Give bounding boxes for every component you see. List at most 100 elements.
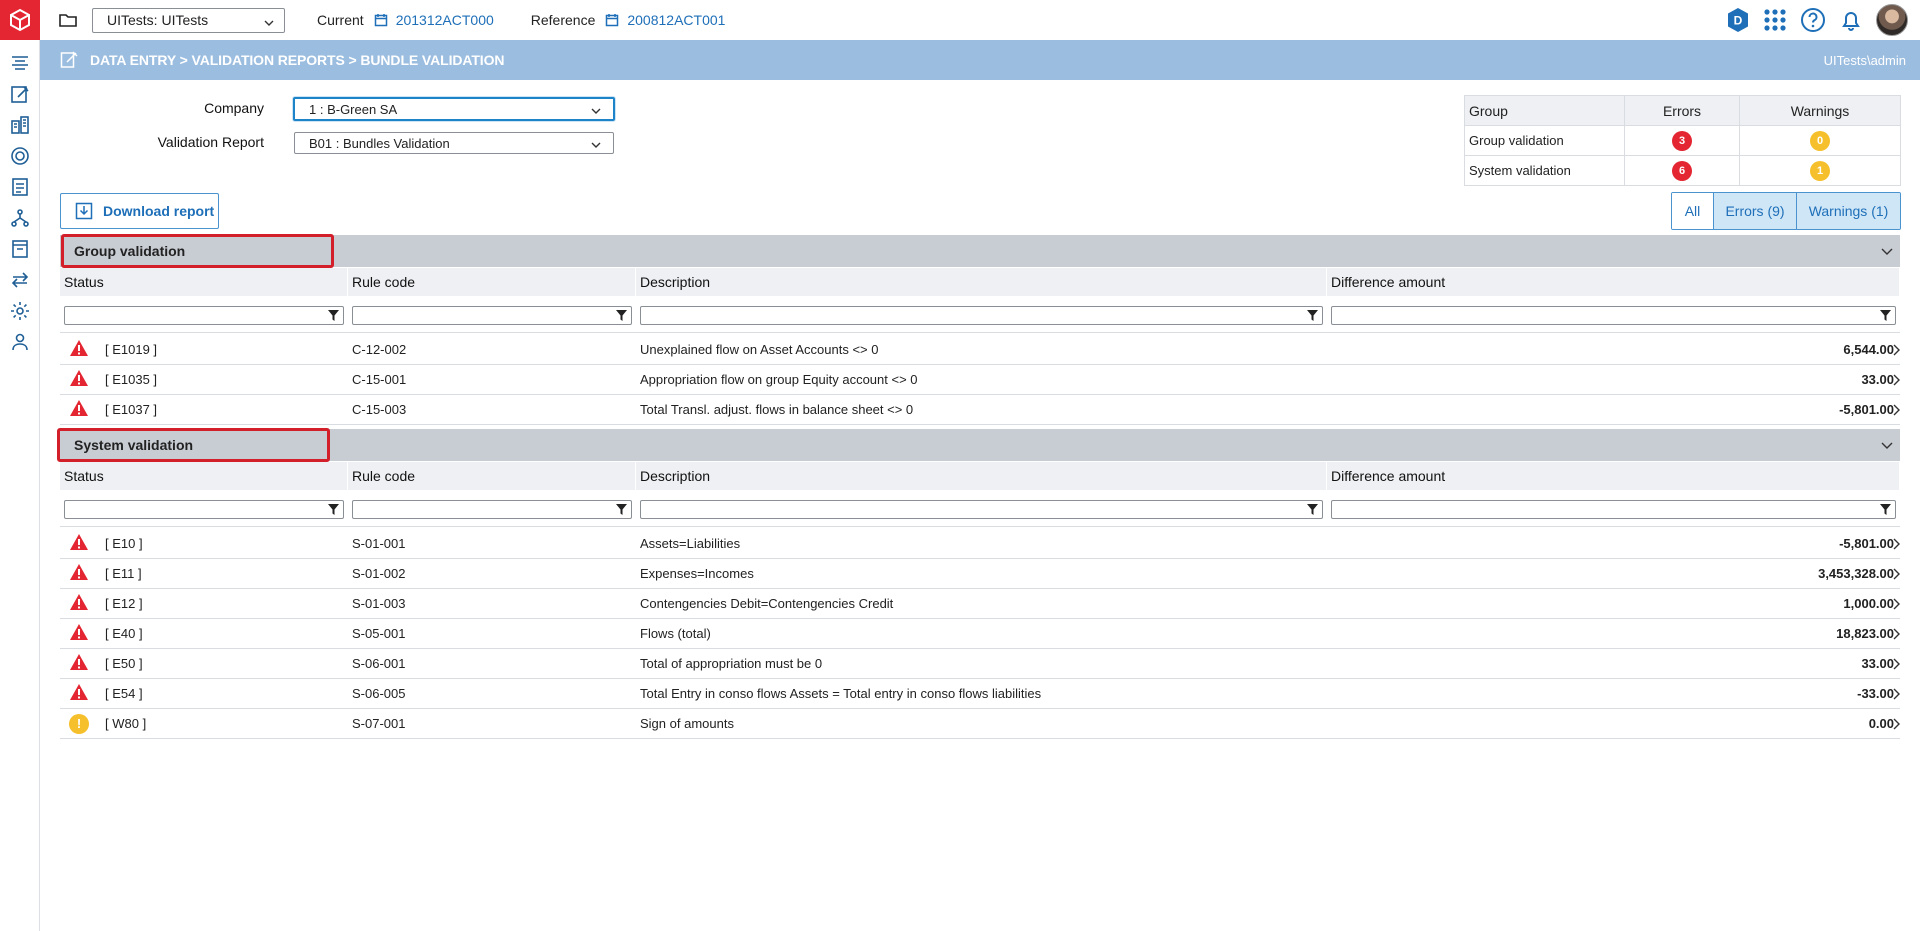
status-code: [ E1037 ] [105,402,158,417]
column-header-description[interactable]: Description [636,462,1327,490]
table-row[interactable]: [ E11 ] S-01-002 Expenses=Incomes 3,453,328… [60,559,1900,589]
validation-summary-table: Group Errors Warnings Group validation 3… [1464,95,1901,186]
rail-transfer-icon[interactable] [9,269,31,291]
table-row[interactable]: [ E10 ] S-01-001 Assets=Liabilities -5,801.… [60,529,1900,559]
notifications-bell-icon[interactable] [1838,7,1864,33]
filter-input-rule-code[interactable] [352,500,632,519]
rule-description: Unexplained flow on Asset Accounts <> 0 [640,342,879,357]
status-filter-toggle-group: All Errors (9) Warnings (1) [1671,192,1901,230]
summary-group-name: System validation [1464,155,1625,186]
column-header-description[interactable]: Description [636,268,1327,296]
rule-code: S-05-001 [352,626,406,641]
difference-amount: 33.00 [1861,656,1894,671]
difference-amount: 1,000.00 [1843,596,1894,611]
company-select[interactable]: 1 : B-Green SA [293,97,615,121]
filter-input-difference-amount[interactable] [1331,500,1896,519]
rail-admin-gear-icon[interactable] [9,300,31,322]
column-header-rule-code[interactable]: Rule code [348,462,636,490]
filter-input-description[interactable] [640,306,1323,325]
difference-amount: 18,823.00 [1836,626,1894,641]
rail-journal-icon[interactable] [9,238,31,260]
status-code: [ W80 ] [105,716,147,731]
breadcrumb: DATA ENTRY > VALIDATION REPORTS > BUNDLE… [90,52,505,68]
error-status-icon [69,563,89,584]
filter-funnel-icon [616,504,627,515]
column-header-difference-amount[interactable]: Difference amount [1327,462,1900,490]
table-row[interactable]: ! [ W80 ] S-07-001 Sign of amounts 0.00 [60,709,1900,739]
toggle-errors[interactable]: Errors (9) [1713,193,1796,229]
current-period[interactable]: 201312ACT000 [374,12,494,28]
apps-grid-icon[interactable] [1762,7,1788,33]
table-row[interactable]: [ E1019 ] C-12-002 Unexplained flow on Ass… [60,335,1900,365]
app-logo[interactable] [0,0,40,40]
table-row[interactable]: [ E50 ] S-06-001 Total of appropriation mu… [60,649,1900,679]
download-report-label: Download report [103,203,215,219]
help-icon[interactable] [1800,7,1826,33]
cube-logo-icon [10,8,30,32]
filter-input-status[interactable] [64,306,344,325]
chevron-down-icon[interactable] [1880,439,1894,453]
column-header-status[interactable]: Status [60,268,348,296]
rail-users-icon[interactable] [9,331,31,353]
breadcrumb-bar: DATA ENTRY > VALIDATION REPORTS > BUNDLE… [40,40,1920,80]
current-value: 201312ACT000 [395,12,494,28]
column-filter-row [60,299,1900,333]
rail-consolidation-icon[interactable] [9,52,31,74]
toggle-all[interactable]: All [1672,193,1713,229]
difference-amount: 33.00 [1861,372,1894,387]
section-header-group-validation[interactable]: Group validation [60,234,1900,268]
rule-description: Expenses=Incomes [640,566,754,581]
rule-description: Contengencies Debit=Contengencies Credit [640,596,894,611]
rail-companies-icon[interactable] [9,114,31,136]
table-row[interactable]: [ E1037 ] C-15-003 Total Transl. adjust. f… [60,395,1900,425]
table-row[interactable]: [ E40 ] S-05-001 Flows (total) 18,823.00 [60,619,1900,649]
rule-description: Total of appropriation must be 0 [640,656,823,671]
column-header-rule-code[interactable]: Rule code [348,268,636,296]
filter-input-difference-amount[interactable] [1331,306,1896,325]
top-bar: UITests: UITests Current 201312ACT000 Re… [40,0,1920,40]
reference-period[interactable]: 200812ACT001 [605,12,725,28]
rail-settings-network-icon[interactable] [9,145,31,167]
status-code: [ E12 ] [105,596,143,611]
column-headers: Status Rule code Description Difference amo… [60,462,1900,490]
rail-data-entry-icon[interactable] [9,83,31,105]
table-row[interactable]: [ E12 ] S-01-003 Contengencies Debit=Conte… [60,589,1900,619]
environment-select[interactable]: UITests: UITests [92,7,285,33]
rule-description: Flows (total) [640,626,711,641]
rule-code: S-01-002 [352,566,406,581]
validation-report-label: Validation Report [157,134,264,150]
rule-code: C-15-003 [352,402,407,417]
summary-row-group-validation[interactable]: Group validation 3 0 [1464,125,1901,156]
warning-count-badge: 1 [1810,160,1830,181]
table-row[interactable]: [ E54 ] S-06-005 Total Entry in conso flow… [60,679,1900,709]
toggle-warnings[interactable]: Warnings (1) [1796,193,1900,229]
table-row[interactable]: [ E1035 ] C-15-001 Appropriation flow on g… [60,365,1900,395]
filter-funnel-icon [1880,504,1891,515]
d-badge-icon[interactable]: D [1726,8,1750,32]
error-status-icon [69,369,89,390]
filter-funnel-icon [328,504,339,515]
validation-report-select[interactable]: B01 : Bundles Validation [294,132,614,154]
section-header-system-validation[interactable]: System validation [57,428,1900,462]
rule-code: C-15-001 [352,372,407,387]
summary-header-group: Group [1464,95,1625,126]
filter-input-description[interactable] [640,500,1323,519]
filter-input-status[interactable] [64,500,344,519]
summary-row-system-validation[interactable]: System validation 6 1 [1464,155,1901,186]
folder-icon[interactable] [58,10,78,30]
column-header-status[interactable]: Status [60,462,348,490]
error-status-icon [69,399,89,420]
filter-funnel-icon [1880,310,1891,321]
filter-funnel-icon [1307,504,1318,515]
download-report-button[interactable]: Download report [60,193,219,229]
status-code: [ E10 ] [105,536,143,551]
filter-funnel-icon [328,310,339,321]
difference-amount: 6,544.00 [1843,342,1894,357]
user-avatar[interactable] [1876,4,1908,36]
rail-reports-icon[interactable] [9,176,31,198]
rail-structure-icon[interactable] [9,207,31,229]
warning-count-badge: 0 [1810,130,1830,151]
chevron-down-icon[interactable] [1880,245,1894,259]
column-header-difference-amount[interactable]: Difference amount [1327,268,1900,296]
filter-input-rule-code[interactable] [352,306,632,325]
